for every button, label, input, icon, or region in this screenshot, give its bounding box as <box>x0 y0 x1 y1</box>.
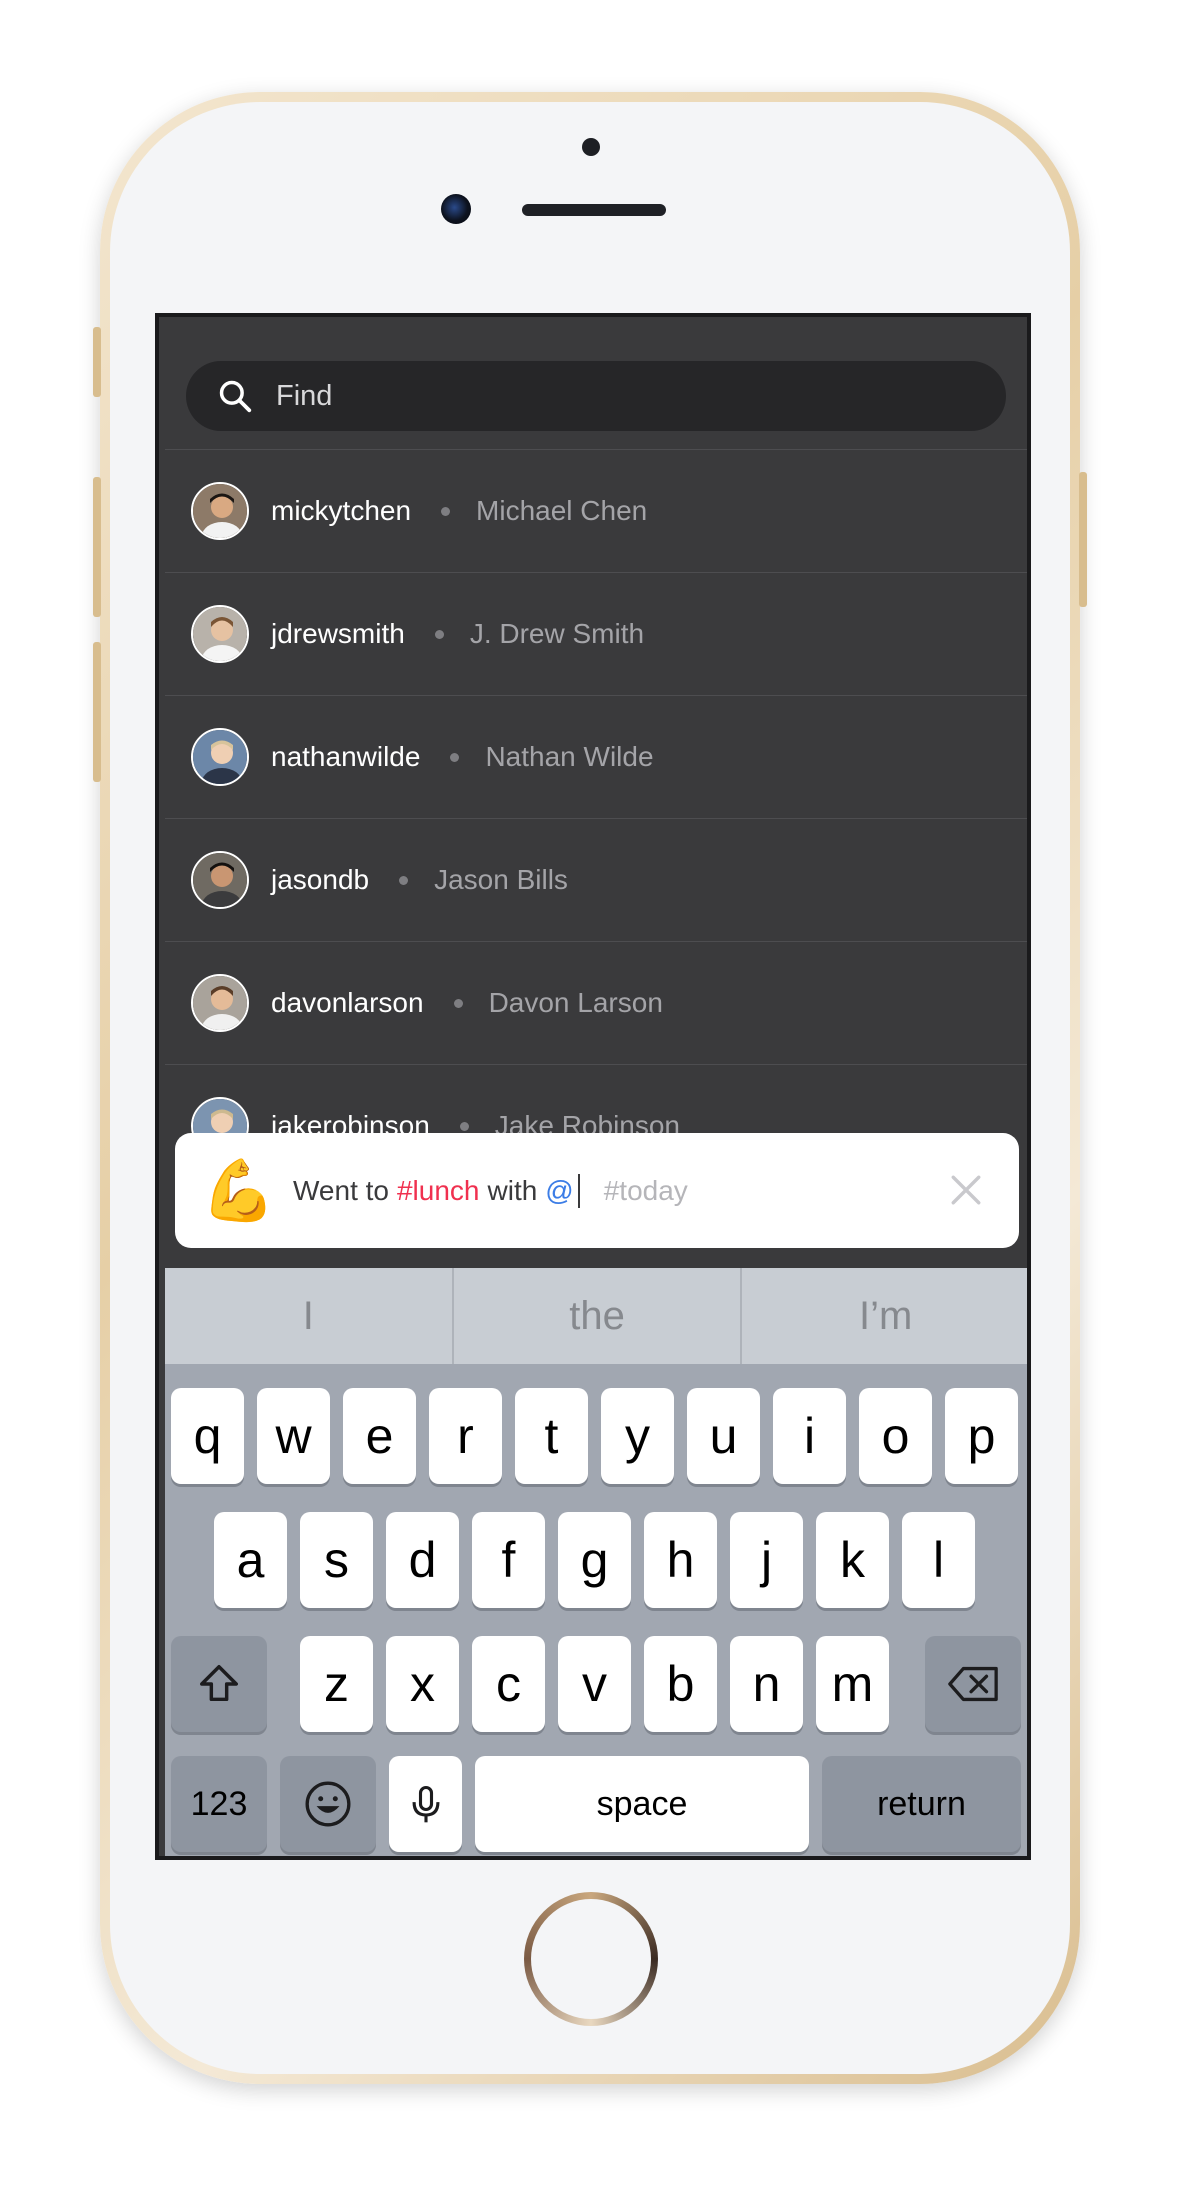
key-t[interactable]: t <box>515 1388 588 1484</box>
separator-dot <box>441 506 451 516</box>
key-q[interactable]: q <box>171 1388 244 1484</box>
prediction-2[interactable]: the <box>451 1268 741 1364</box>
separator-dot <box>434 629 444 639</box>
compose-prefix: Went to <box>293 1174 389 1206</box>
user-row[interactable]: nathanwilde Nathan Wilde <box>165 695 1027 818</box>
user-row[interactable]: jdrewsmith J. Drew Smith <box>165 572 1027 695</box>
close-icon[interactable] <box>949 1173 983 1207</box>
user-full-name: Jason Bills <box>434 864 568 895</box>
microphone-icon <box>412 1785 439 1823</box>
space-key[interactable]: space <box>475 1756 809 1852</box>
key-s[interactable]: s <box>300 1512 373 1608</box>
compose-middle: with <box>487 1174 538 1206</box>
user-handle: nathanwilde <box>271 741 421 772</box>
key-i[interactable]: i <box>773 1388 846 1484</box>
key-h[interactable]: h <box>644 1512 717 1608</box>
key-o[interactable]: o <box>859 1388 932 1484</box>
search-bar[interactable] <box>186 361 1006 431</box>
key-z[interactable]: z <box>300 1636 373 1732</box>
return-key[interactable]: return <box>822 1756 1021 1852</box>
compose-hashtag-hint: #today <box>603 1174 688 1206</box>
key-x[interactable]: x <box>386 1636 459 1732</box>
key-w[interactable]: w <box>257 1388 330 1484</box>
key-area: q w e r t y u i o p a s d f g h j k l z … <box>165 1364 1027 1856</box>
numbers-key[interactable]: 123 <box>171 1756 267 1852</box>
key-j[interactable]: j <box>730 1512 803 1608</box>
keyboard: I the I’m q w e r t y u i o p a s d f g … <box>165 1268 1027 1856</box>
key-m[interactable]: m <box>816 1636 889 1732</box>
key-c[interactable]: c <box>472 1636 545 1732</box>
earpiece-speaker <box>522 204 666 216</box>
key-n[interactable]: n <box>730 1636 803 1732</box>
key-y[interactable]: y <box>601 1388 674 1484</box>
prediction-1[interactable]: I <box>165 1268 452 1364</box>
key-l[interactable]: l <box>902 1512 975 1608</box>
key-b[interactable]: b <box>644 1636 717 1732</box>
emoji-key[interactable] <box>280 1756 376 1852</box>
user-handle: davonlarson <box>271 987 424 1018</box>
key-u[interactable]: u <box>687 1388 760 1484</box>
key-e[interactable]: e <box>343 1388 416 1484</box>
smiley-icon <box>305 1781 351 1827</box>
user-handle: jasondb <box>271 864 370 895</box>
key-k[interactable]: k <box>816 1512 889 1608</box>
separator-dot <box>459 1121 469 1131</box>
compose-hashtag: #lunch <box>396 1174 480 1206</box>
key-a[interactable]: a <box>214 1512 287 1608</box>
volume-down-button <box>93 642 101 782</box>
volume-up-button <box>93 477 101 617</box>
predictive-text-bar: I the I’m <box>165 1268 1027 1364</box>
mute-switch <box>93 327 101 397</box>
prediction-3[interactable]: I’m <box>740 1268 1027 1364</box>
avatar <box>191 974 249 1032</box>
compose-text-field[interactable]: Went to #lunch with @ <box>293 1173 580 1208</box>
proximity-sensor <box>582 138 600 156</box>
user-full-name: Michael Chen <box>476 495 648 526</box>
user-row[interactable]: davonlarson Davon Larson <box>165 941 1027 1064</box>
avatar <box>191 605 249 663</box>
shift-key[interactable] <box>171 1636 267 1732</box>
home-button[interactable] <box>524 1892 658 2026</box>
user-handle: jdrewsmith <box>271 618 405 649</box>
user-row[interactable]: mickytchen Michael Chen <box>165 449 1027 572</box>
key-d[interactable]: d <box>386 1512 459 1608</box>
avatar <box>191 728 249 786</box>
user-full-name: Nathan Wilde <box>485 741 654 772</box>
search-icon <box>219 380 252 413</box>
key-r[interactable]: r <box>429 1388 502 1484</box>
separator-dot <box>450 752 460 762</box>
separator-dot <box>453 998 463 1008</box>
separator-dot <box>399 875 409 885</box>
search-input[interactable] <box>276 379 876 413</box>
user-full-name: Davon Larson <box>488 987 663 1018</box>
dictation-key[interactable] <box>389 1756 462 1852</box>
shift-icon <box>200 1665 238 1702</box>
delete-key[interactable] <box>925 1636 1021 1732</box>
compose-card[interactable]: 💪 Went to #lunch with @ #today <box>175 1133 1019 1248</box>
user-suggestion-list: mickytchen Michael Chen jdrewsmith J. Dr… <box>165 449 1027 1187</box>
key-v[interactable]: v <box>558 1636 631 1732</box>
app-screen: mickytchen Michael Chen jdrewsmith J. Dr… <box>155 313 1031 1860</box>
avatar <box>191 482 249 540</box>
compose-mention: @ <box>545 1174 574 1206</box>
avatar <box>191 851 249 909</box>
user-row[interactable]: jasondb Jason Bills <box>165 818 1027 941</box>
backspace-icon <box>948 1666 998 1702</box>
front-camera <box>441 194 471 224</box>
text-caret <box>577 1173 580 1208</box>
power-button <box>1079 472 1087 607</box>
key-p[interactable]: p <box>945 1388 1018 1484</box>
user-handle: mickytchen <box>271 495 412 526</box>
flexed-biceps-emoji[interactable]: 💪 <box>201 1160 276 1221</box>
key-g[interactable]: g <box>558 1512 631 1608</box>
key-f[interactable]: f <box>472 1512 545 1608</box>
user-full-name: J. Drew Smith <box>469 618 645 649</box>
